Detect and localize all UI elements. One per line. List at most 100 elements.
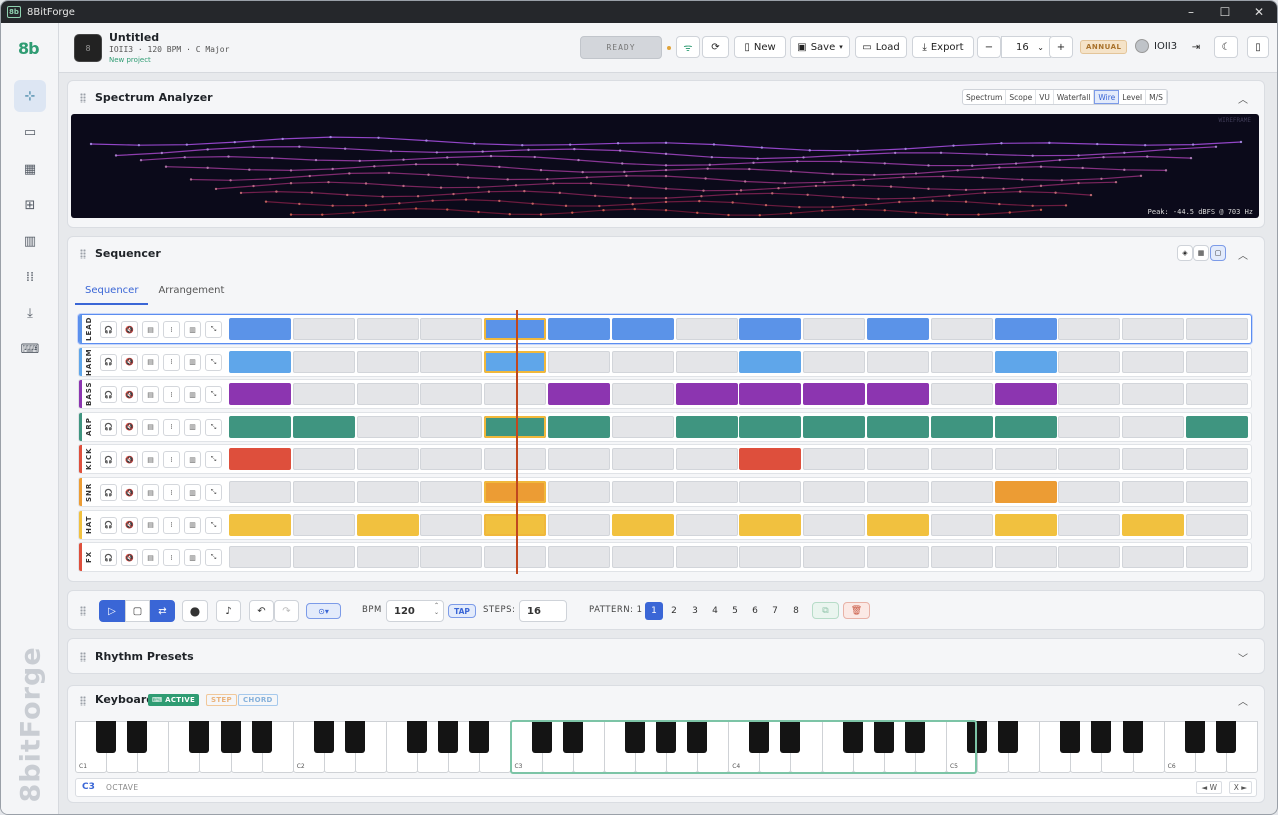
step-cell[interactable] [611,448,674,471]
tab-wire[interactable]: Wire [1094,90,1120,104]
tab-waterfall[interactable]: Waterfall [1054,90,1095,104]
pattern-button[interactable]: ▤ [142,484,159,501]
sidebar-brand[interactable]: 8b [18,39,40,58]
collapse-chevron-icon[interactable]: ︿ [1238,693,1248,708]
step-cell[interactable] [930,318,993,340]
step-cell[interactable] [739,350,802,373]
step-cell[interactable] [1186,481,1248,503]
black-key[interactable] [998,721,1019,753]
step-cell[interactable] [994,481,1057,503]
black-key[interactable] [96,721,117,753]
step-cell[interactable] [675,350,738,373]
library-button[interactable]: ▥ [184,353,201,371]
black-key[interactable] [687,721,708,753]
step-cell[interactable] [292,415,355,438]
step-cell[interactable] [1186,513,1248,536]
pattern-5-button[interactable]: 5 [726,602,744,620]
redo-button[interactable]: ↷ [274,600,299,622]
step-cell[interactable] [994,415,1057,438]
step-cell[interactable] [675,481,738,503]
step-cell[interactable] [994,383,1057,406]
sidebar-item-download[interactable]: ⤓ [14,297,46,329]
view-button-1[interactable]: ◈ [1177,245,1193,261]
step-cell[interactable] [611,481,674,503]
step-cell[interactable] [548,350,610,373]
step-cell[interactable] [803,513,866,536]
stepper-icon[interactable]: ⌃ ⌄ [434,602,439,616]
sidebar-item-grid[interactable]: ⊞ [14,189,46,221]
step-cell[interactable] [1186,318,1248,340]
save-button[interactable]: ▣ Save ▾ [790,36,850,58]
pattern-button[interactable]: ▤ [142,418,159,436]
step-cell[interactable] [229,318,291,340]
pattern-2-button[interactable]: 2 [665,602,683,620]
step-cell[interactable] [1058,513,1121,536]
pattern-4-button[interactable]: 4 [706,602,724,620]
step-cell[interactable] [739,448,802,471]
library-button[interactable]: ▥ [184,451,201,469]
step-cell[interactable] [229,448,291,471]
active-badge[interactable]: ⌨ ACTIVE [148,694,200,706]
step-cell[interactable] [356,383,419,406]
expand-chevron-icon[interactable]: ﹀ [1238,650,1248,665]
library-button[interactable]: ▥ [184,484,201,501]
step-cell[interactable] [292,448,355,471]
step-cell[interactable] [420,383,483,406]
step-cell[interactable] [1186,546,1248,569]
step-cell[interactable] [1122,481,1185,503]
pattern-button[interactable]: ▤ [142,321,159,338]
pattern-button[interactable]: ▤ [142,386,159,404]
new-button[interactable]: ▯ New [734,36,786,58]
step-cell[interactable] [1058,350,1121,373]
step-cell[interactable] [739,513,802,536]
step-cell[interactable] [292,383,355,406]
headphones-button[interactable]: 🎧 [100,353,117,371]
step-cell[interactable] [420,415,483,438]
step-cell[interactable] [356,513,419,536]
wifi-button[interactable]: ᯤ [676,36,700,58]
library-button[interactable]: ▥ [184,386,201,404]
library-button[interactable]: ▥ [184,321,201,338]
step-cell[interactable] [867,318,929,340]
dots-button[interactable]: ⁞ [163,484,180,501]
octave-down-button[interactable]: ◄ W [1196,781,1222,794]
loop-button[interactable]: ⇄ [150,600,175,622]
step-cell[interactable] [1122,546,1185,569]
step-cell[interactable] [356,546,419,569]
step-cell[interactable] [1122,350,1185,373]
step-cell[interactable] [1058,481,1121,503]
step-cell[interactable] [548,546,610,569]
step-cell[interactable] [1122,383,1185,406]
mute-button[interactable]: 🔇 [121,386,138,404]
step-cell[interactable] [803,481,866,503]
collapse-chevron-icon[interactable]: ︿ [1238,247,1248,262]
step-cell[interactable] [739,415,802,438]
expand-button[interactable]: ⤡ [205,321,222,338]
tab-ms[interactable]: M/S [1146,90,1167,104]
drag-handle-icon[interactable] [80,93,86,103]
track-row-fx[interactable]: FX 🎧 🔇 ▤ ⁞ ▥ ⤡ [78,542,1252,573]
headphones-button[interactable]: 🎧 [100,451,117,469]
track-row-snr[interactable]: SNR 🎧 🔇 ▤ ⁞ ▥ ⤡ [78,477,1252,507]
black-key[interactable] [1184,721,1205,753]
rhythm-presets-panel[interactable]: Rhythm Presets ﹀ [67,638,1265,674]
load-button[interactable]: ▭ Load [855,36,907,58]
collapse-chevron-icon[interactable]: ︿ [1238,91,1248,106]
black-key[interactable] [313,721,334,753]
step-cell[interactable] [1186,448,1248,471]
view-button-3[interactable]: ▢ [1210,245,1226,261]
step-cell[interactable] [1122,448,1185,471]
zoom-select[interactable]: 16 ⌄ [1001,36,1051,58]
minimize-button[interactable]: – [1174,1,1208,23]
zoom-in-button[interactable]: + [1049,36,1073,58]
step-cell[interactable] [675,415,738,438]
swing-dropdown[interactable]: ⊙▾ [306,603,341,619]
step-cell[interactable] [611,513,674,536]
step-cell[interactable] [867,481,929,503]
step-cell[interactable] [739,383,802,406]
dots-button[interactable]: ⁞ [163,516,180,534]
headphones-button[interactable]: 🎧 [100,386,117,404]
step-cell[interactable] [356,481,419,503]
step-cell[interactable] [675,546,738,569]
library-button[interactable]: ▥ [184,549,201,567]
